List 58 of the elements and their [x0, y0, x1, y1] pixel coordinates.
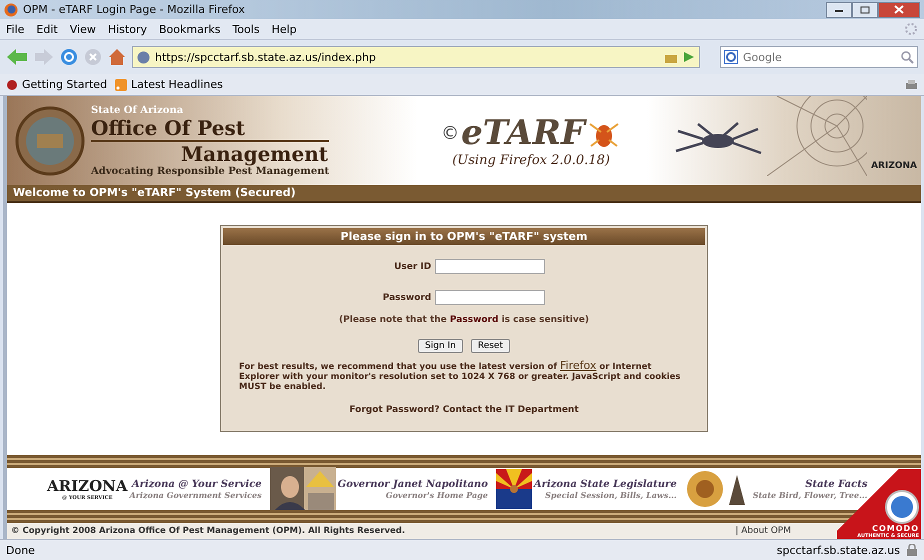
panel-header: Please sign in to OPM's "eTARF" system — [221, 226, 707, 247]
throbber-icon — [904, 22, 918, 36]
window-title: OPM - eTARF Login Page - Mozilla Firefox — [23, 3, 245, 16]
rss-icon — [115, 78, 128, 90]
back-icon[interactable] — [6, 48, 28, 66]
password-field[interactable] — [435, 290, 546, 305]
globe-icon — [137, 50, 150, 64]
status-text: Done — [6, 544, 35, 556]
copyright-mark: © — [441, 122, 460, 144]
version-note: (Using Firefox 2.0.0.18) — [452, 153, 610, 168]
home-icon[interactable] — [108, 48, 126, 66]
reload-icon[interactable] — [60, 48, 78, 66]
field-label: User ID — [393, 262, 432, 272]
firefox-icon — [4, 2, 18, 16]
office-title: Office Of Pest — [91, 116, 246, 140]
menu-item[interactable]: Edit — [36, 22, 58, 36]
address-field[interactable]: https://spcctarf.sb.state.az.us/index.php — [132, 46, 700, 68]
copyright-text: © Copyright 2008 Arizona Office Of Pest Management (OPM). All Rights Reserved. — [11, 526, 406, 536]
bookmark-icon — [6, 78, 18, 90]
firefox-link[interactable]: Firefox — [560, 359, 596, 372]
field-label: Password — [382, 292, 432, 302]
bookmark-item[interactable]: Getting Started — [6, 78, 108, 91]
footer-link[interactable]: State Facts State Bird, Flower, Tree... — [684, 469, 868, 509]
go-icon[interactable] — [683, 51, 695, 63]
menu-item[interactable]: Help — [272, 22, 297, 36]
footer-link[interactable]: Governor Janet Napolitano Governor's Home Page — [270, 467, 488, 511]
menu-item[interactable]: History — [108, 22, 147, 36]
banner-text: State Of Arizona — [91, 104, 184, 116]
close-button[interactable] — [878, 2, 920, 18]
stop-icon[interactable] — [84, 48, 102, 66]
search-icon[interactable] — [900, 50, 914, 64]
printer-icon[interactable] — [905, 78, 918, 90]
menu-item[interactable]: Tools — [232, 22, 260, 36]
office-title: Management — [91, 140, 330, 166]
menu-item[interactable]: View — [70, 22, 96, 36]
etarf-logo: eTARF — [461, 113, 586, 153]
user-id-field[interactable] — [435, 259, 546, 274]
status-host: spcctarf.sb.state.az.us — [776, 544, 900, 556]
reset-button[interactable]: Reset — [470, 339, 510, 353]
bookmark-item[interactable]: Latest Headlines — [115, 78, 223, 91]
close-icon — [894, 5, 904, 14]
note-text: (Please note that the Password is case sensitive) — [339, 315, 589, 325]
maximize-icon — [860, 6, 870, 14]
arizona-logo: ARIZONA — [871, 161, 917, 171]
sign-in-button[interactable]: Sign In — [418, 339, 463, 353]
forgot-password-link[interactable]: Forgot Password? Contact the IT Department — [349, 404, 579, 415]
advice-text: For best results, we recommend that you use the latest version of Firefox or Internet Explorer with your monitor's resolution set to 1024 X 768 or greater. JavaScript and cookies MUST be enabled. — [239, 359, 682, 393]
menu-item[interactable]: Bookmarks — [158, 22, 220, 36]
about-link[interactable]: | About OPM — [735, 526, 791, 536]
search-field[interactable]: Google — [720, 46, 918, 68]
seal-icon — [15, 106, 85, 176]
motto-text: Advocating Responsible Pest Management — [91, 166, 330, 176]
menu-item[interactable]: File — [6, 22, 24, 36]
welcome-bar: Welcome to OPM's "eTARF" System (Secured) — [7, 185, 921, 203]
minimize-button[interactable] — [826, 2, 852, 18]
footer-link[interactable]: Arizona State Legislature Special Session, Bills, Laws... — [496, 469, 677, 509]
arizona-flag-icon — [496, 469, 532, 509]
maximize-button[interactable] — [852, 2, 878, 18]
